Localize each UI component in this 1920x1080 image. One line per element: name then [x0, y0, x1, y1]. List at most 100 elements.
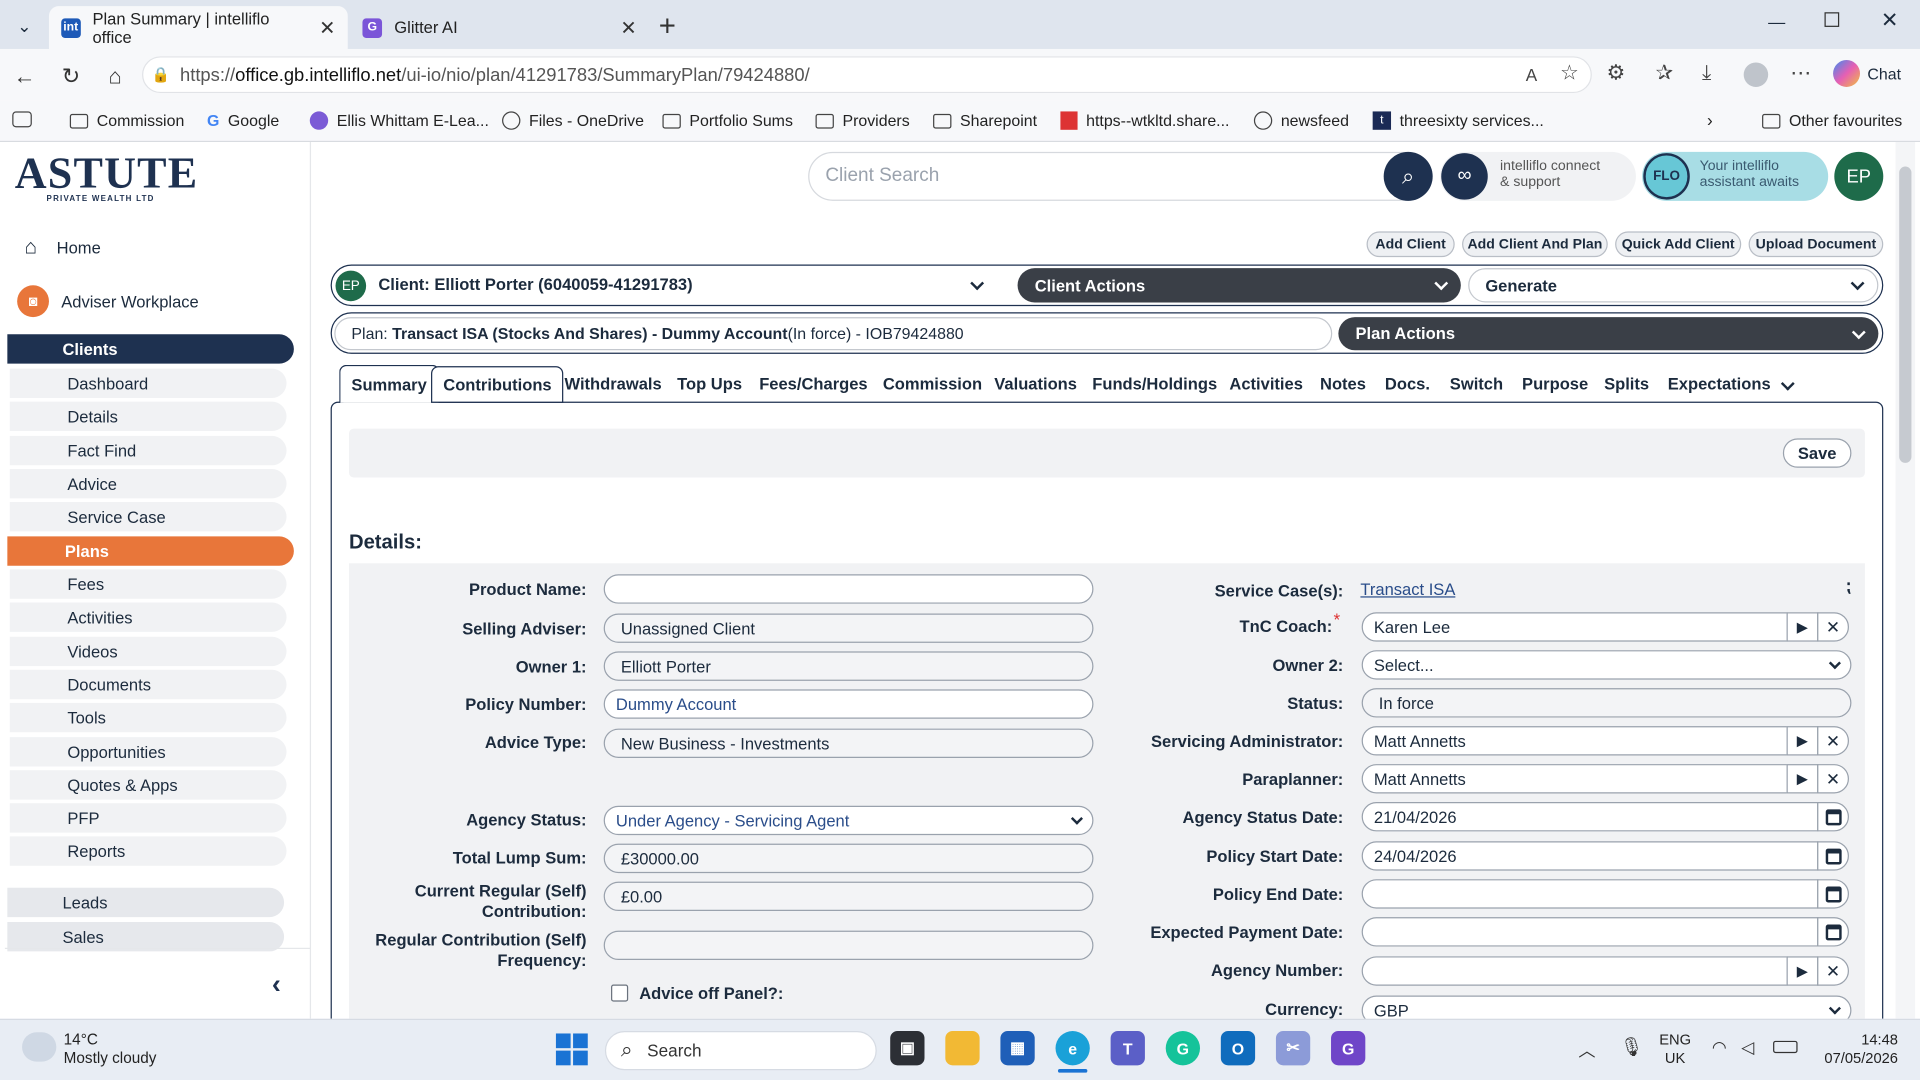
more-favourites-chevron-icon[interactable]: › — [1707, 110, 1713, 130]
sidebar-item-videos[interactable]: Videos — [9, 636, 287, 667]
fav-ellis-whittam[interactable]: Ellis Whittam E-Lea... — [309, 111, 489, 130]
tab-list-chevron-icon[interactable]: ⌄ — [10, 11, 39, 40]
store-icon[interactable]: ▦ — [1000, 1031, 1035, 1066]
sidebar-item-tools[interactable]: Tools — [9, 702, 287, 733]
file-explorer-icon[interactable] — [945, 1031, 980, 1066]
tray-chevron-up-icon[interactable]: ︿ — [1578, 1038, 1595, 1062]
sidebar-item-quotes-apps[interactable]: Quotes & Apps — [9, 770, 287, 800]
fav-other-favourites[interactable]: Other favourites — [1762, 111, 1902, 130]
paraplanner-play-icon[interactable]: ▶ — [1786, 764, 1819, 794]
lock-icon[interactable]: 🔒 — [152, 66, 170, 83]
sidebar-item-activities[interactable]: Activities — [9, 602, 287, 632]
downloads-icon[interactable]: ⤓ — [1702, 61, 1711, 85]
currency-select[interactable]: GBP — [1361, 995, 1852, 1019]
user-avatar[interactable]: EP — [1834, 151, 1884, 201]
fav-google[interactable]: G Google — [207, 111, 279, 129]
fav-portfolio-sums[interactable]: Portfolio Sums — [662, 111, 793, 130]
read-aloud-icon[interactable]: A — [1526, 65, 1537, 85]
tab-switch[interactable]: Switch — [1439, 365, 1514, 402]
sidebar-item-advice[interactable]: Advice — [9, 468, 287, 499]
service-case-more-icon[interactable]: ⁏ — [1845, 576, 1851, 597]
upload-document-button[interactable]: Upload Document — [1748, 231, 1884, 258]
tab-splits[interactable]: Splits — [1593, 365, 1660, 402]
tab-funds-holdings[interactable]: Funds/Holdings — [1081, 365, 1228, 402]
profile-icon[interactable] — [1743, 62, 1769, 87]
refresh-icon[interactable]: ↻ — [56, 61, 85, 90]
back-icon[interactable]: ← — [10, 61, 39, 90]
tab-top-ups[interactable]: Top Ups — [666, 365, 753, 402]
volume-icon[interactable]: ◁ — [1741, 1037, 1754, 1058]
tab-glitter-ai[interactable]: G Glitter AI ✕ — [350, 6, 649, 49]
agency-status-date-calendar-icon[interactable] — [1817, 802, 1849, 832]
servicing-administrator-field[interactable]: Matt Annetts — [1361, 726, 1788, 756]
grammarly-icon[interactable]: G — [1165, 1031, 1201, 1066]
sidebar-item-documents[interactable]: Documents — [9, 669, 287, 700]
new-tab-icon[interactable]: + — [659, 10, 676, 44]
tab-purpose[interactable]: Purpose — [1511, 365, 1599, 402]
add-client-and-plan-button[interactable]: Add Client And Plan — [1462, 231, 1608, 258]
weather-icon[interactable] — [22, 1032, 57, 1062]
close-tab-icon[interactable]: ✕ — [319, 15, 335, 39]
sidebar-item-dashboard[interactable]: Dashboard — [9, 368, 287, 398]
battery-icon[interactable] — [1773, 1040, 1798, 1054]
sidebar-group-leads[interactable]: Leads — [7, 887, 285, 918]
task-view-icon[interactable]: ▣ — [890, 1031, 925, 1066]
policy-start-date-input[interactable]: 24/04/2026 — [1361, 841, 1819, 871]
glitter-ai-icon[interactable]: G — [1331, 1031, 1366, 1066]
sidebar-item-details[interactable]: Details — [9, 401, 287, 432]
collapse-sidebar-chevron-icon[interactable]: ‹ — [272, 969, 281, 1001]
home-icon[interactable]: ⌂ — [100, 61, 129, 90]
plan-selector[interactable]: Plan: Transact ISA (Stocks And Shares) -… — [334, 317, 1333, 351]
sidebar-item-reports[interactable]: Reports — [9, 836, 287, 866]
fav-threesixty[interactable]: t threesixty services... — [1372, 111, 1544, 130]
sidebar-item-clients[interactable]: Clients — [7, 334, 294, 364]
tab-activities[interactable]: Activities — [1218, 365, 1314, 402]
expected-payment-date-calendar-icon[interactable] — [1817, 917, 1849, 947]
copilot-chat-button[interactable]: Chat — [1833, 60, 1901, 87]
taskbar-search[interactable]: ⌕ Search — [604, 1031, 877, 1071]
servicing-administrator-clear-icon[interactable]: ✕ — [1817, 726, 1849, 756]
quick-add-client-button[interactable]: Quick Add Client — [1615, 231, 1742, 258]
client-dropdown-chevron-icon[interactable] — [970, 274, 997, 296]
tab-commission[interactable]: Commission — [872, 365, 993, 402]
paraplanner-clear-icon[interactable]: ✕ — [1817, 764, 1849, 794]
sidebar-item-service-case[interactable]: Service Case — [9, 502, 287, 532]
sidebar-item-fact-find[interactable]: Fact Find — [9, 435, 287, 466]
minimize-icon[interactable]: — — [1768, 12, 1785, 32]
fav-sharepoint[interactable]: Sharepoint — [933, 111, 1037, 130]
policy-number-input[interactable]: Dummy Account — [603, 689, 1094, 719]
close-tab-icon[interactable]: ✕ — [620, 15, 636, 39]
search-icon[interactable]: ⌕ — [1383, 151, 1433, 201]
tnc-coach-play-icon[interactable]: ▶ — [1786, 612, 1819, 642]
agency-status-select[interactable]: Under Agency - Servicing Agent — [603, 805, 1094, 836]
plan-actions-dropdown[interactable]: Plan Actions — [1338, 317, 1879, 351]
microphone-icon[interactable]: 🎙 — [1620, 1036, 1643, 1058]
maximize-icon[interactable] — [1824, 12, 1840, 27]
paraplanner-field[interactable]: Matt Annetts — [1361, 764, 1788, 794]
favourite-star-icon[interactable]: ☆ — [1560, 61, 1579, 85]
clock[interactable]: 14:48 07/05/2026 — [1817, 1031, 1898, 1068]
collections-icon[interactable] — [12, 111, 32, 128]
more-tabs-chevron-icon[interactable] — [1780, 375, 1807, 397]
outlook-icon[interactable]: O — [1220, 1031, 1256, 1066]
tab-plan-summary[interactable]: int Plan Summary | intelliflo office ✕ — [48, 6, 348, 49]
client-actions-dropdown[interactable]: Client Actions — [1017, 268, 1461, 303]
sidebar-home[interactable]: ⌂ Home — [24, 235, 100, 259]
weather-widget[interactable]: 14°C Mostly cloudy — [64, 1031, 157, 1068]
url-field[interactable]: https://office.gb.intelliflo.net/ui-io/n… — [142, 56, 1592, 94]
tab-fees-charges[interactable]: Fees/Charges — [748, 365, 878, 402]
language-indicator[interactable]: ENG UK — [1659, 1031, 1691, 1068]
agency-number-field[interactable] — [1361, 956, 1788, 986]
owner2-select[interactable]: Select... — [1361, 650, 1852, 680]
agency-status-date-input[interactable]: 21/04/2026 — [1361, 802, 1819, 832]
product-name-input[interactable] — [603, 574, 1094, 604]
tab-notes[interactable]: Notes — [1309, 365, 1377, 402]
servicing-administrator-play-icon[interactable]: ▶ — [1786, 726, 1819, 756]
scrollbar-thumb[interactable] — [1899, 166, 1912, 463]
policy-end-date-calendar-icon[interactable] — [1817, 879, 1849, 909]
tab-contributions[interactable]: Contributions — [431, 366, 564, 403]
add-client-button[interactable]: Add Client — [1366, 231, 1455, 258]
windows-start-icon[interactable] — [555, 1033, 588, 1066]
tab-withdrawals[interactable]: Withdrawals — [553, 365, 672, 402]
edge-icon[interactable]: e — [1055, 1031, 1090, 1066]
